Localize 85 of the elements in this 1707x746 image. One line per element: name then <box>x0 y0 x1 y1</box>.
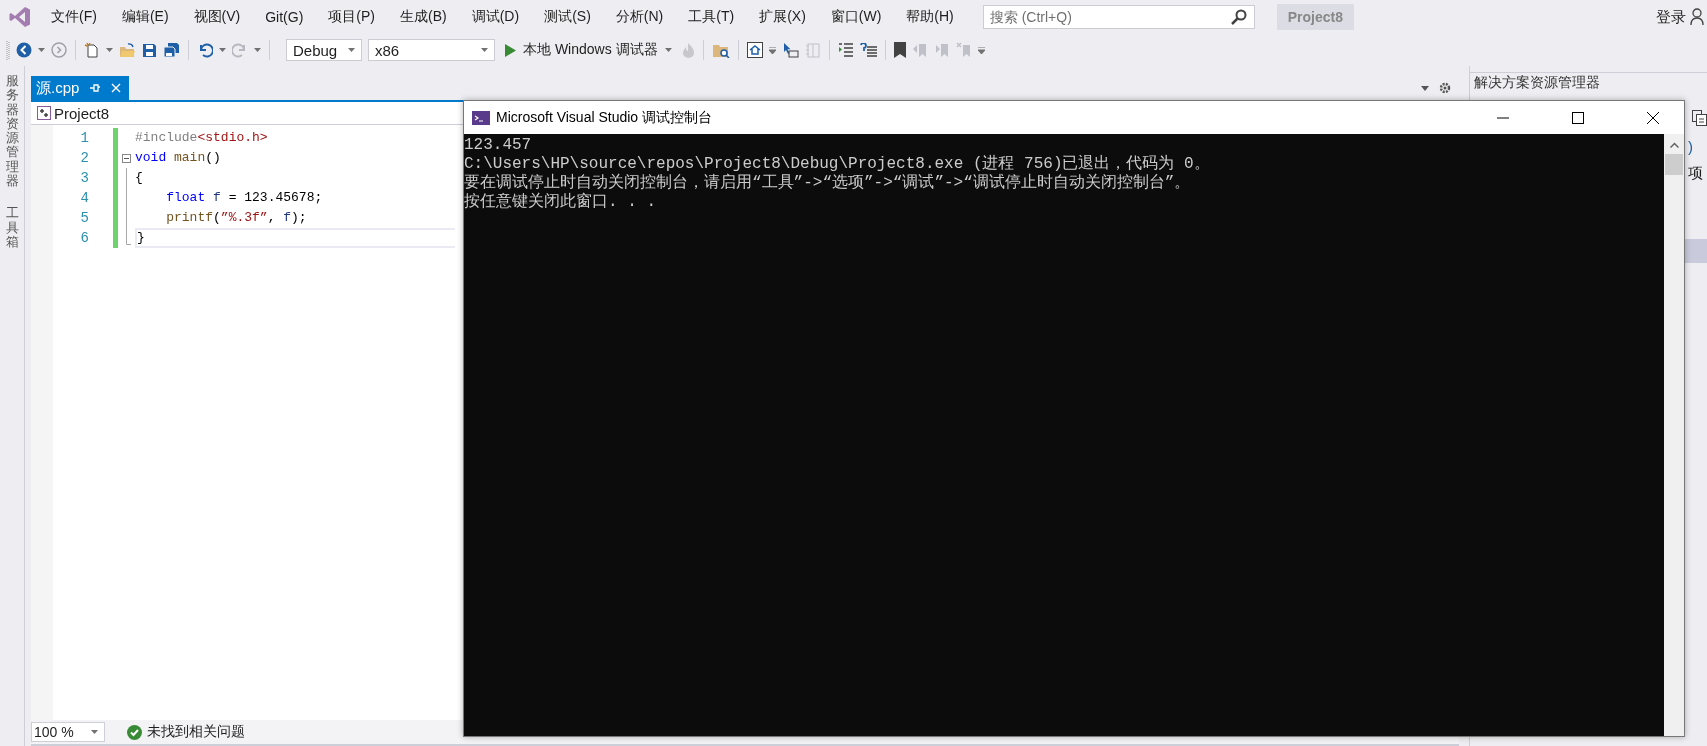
menu-item[interactable]: 测试(S) <box>534 5 601 29</box>
console-output-line: 123.457 <box>464 136 533 155</box>
check-icon <box>127 724 142 740</box>
play-icon[interactable] <box>505 43 516 57</box>
caret-icon[interactable] <box>219 48 226 52</box>
code-line: } <box>135 228 455 248</box>
logo-icon[interactable] <box>9 6 31 28</box>
search-icon <box>1230 9 1247 25</box>
code-line: float f = 123.45678; <box>165 189 324 207</box>
bookmark-icon[interactable] <box>893 42 906 58</box>
collapse-icon[interactable] <box>122 153 131 163</box>
project-icon <box>37 106 51 120</box>
zoom-dropdown[interactable]: 100 % <box>31 722 105 742</box>
console-output-line: C:\Users\HP\source\repos\Project8\Debug\Project8.exe (进程 756)已退出，代码为 0。 <box>464 155 1211 173</box>
code-line: void main() <box>135 149 222 167</box>
dropdown[interactable]: x86 <box>368 39 495 61</box>
overflow-icon[interactable] <box>977 46 985 54</box>
line-number: 3 <box>79 169 89 188</box>
sign-in-link[interactable]: 登录 <box>1656 7 1686 27</box>
settings-icon[interactable] <box>1439 82 1451 94</box>
tree-item-text: ) <box>1688 138 1693 155</box>
code-line: printf(”%.3f”, f); <box>165 209 308 227</box>
menu-item[interactable]: 调试(D) <box>461 5 530 29</box>
toolbar-grip-icon <box>6 40 10 60</box>
caret-icon[interactable] <box>38 48 45 52</box>
maximize-icon[interactable] <box>1572 111 1584 124</box>
menu-item[interactable]: 扩展(X) <box>749 5 816 29</box>
issues-status-text: 未找到相关问题 <box>147 723 245 741</box>
user-icon[interactable] <box>1690 8 1706 26</box>
menu-item[interactable]: 分析(N) <box>605 5 674 29</box>
console-output-line: 按任意键关闭此窗口. . . <box>464 193 657 212</box>
menu-item[interactable]: 项目(P) <box>318 5 385 29</box>
project-name-badge: Project8 <box>1276 4 1355 30</box>
menu-item[interactable]: 编辑(E) <box>111 5 179 29</box>
line-number: 1 <box>79 129 89 148</box>
code-line: #include<stdio.h> <box>135 129 269 147</box>
save-icon[interactable] <box>142 42 157 58</box>
console-output-line: 要在调试停止时自动关闭控制台，请启用“工具”->“选项”->“调试”->“调试停止时自动关闭控制台”。 <box>464 174 1192 192</box>
open-folder-icon[interactable] <box>119 42 136 58</box>
panel-title: 解决方案资源管理器 <box>1474 74 1600 92</box>
scroll-up-icon[interactable] <box>1669 142 1679 148</box>
menu-item[interactable]: 视图(V) <box>183 5 251 29</box>
step-into-icon[interactable] <box>781 42 799 58</box>
undo-icon[interactable] <box>197 42 213 58</box>
scope-dropdown[interactable]: Project8 <box>37 104 110 122</box>
scroll-thumb[interactable] <box>1665 154 1683 175</box>
side-panel-tab[interactable]: 工具箱 <box>5 206 19 250</box>
menu-item[interactable]: 工具(T) <box>678 5 745 29</box>
copy-icon[interactable] <box>1692 110 1707 126</box>
menu-item[interactable]: Git(G) <box>255 6 314 28</box>
side-panel-tab[interactable]: 服务器资源管理器 <box>5 74 19 189</box>
overflow-icon[interactable] <box>768 46 776 54</box>
caret-icon[interactable] <box>348 48 355 52</box>
menu-item[interactable]: 文件(F) <box>41 5 107 29</box>
console-app-icon <box>472 110 490 125</box>
start-debugging-button[interactable]: 本地 Windows 调试器 <box>501 39 676 61</box>
indent-icon[interactable] <box>837 43 854 57</box>
save-all-icon[interactable] <box>163 42 180 58</box>
menu-item[interactable]: 生成(B) <box>390 5 457 29</box>
line-number: 2 <box>79 149 89 168</box>
caret-icon[interactable] <box>254 48 261 52</box>
dropdown-icon[interactable] <box>1421 85 1429 91</box>
code-line: { <box>135 169 144 187</box>
caret-icon <box>91 730 98 734</box>
document-tab[interactable]: 源.cpp <box>31 76 130 100</box>
back-icon[interactable] <box>16 42 32 58</box>
line-number: 5 <box>79 209 89 228</box>
menu-item[interactable]: 帮助(H) <box>896 5 964 29</box>
search-field[interactable]: 搜索 (Ctrl+Q) <box>982 5 1255 29</box>
scrollbar[interactable] <box>1664 134 1684 736</box>
close-icon[interactable] <box>1647 111 1659 124</box>
new-item-icon[interactable] <box>84 42 100 58</box>
window-title: Microsoft Visual Studio 调试控制台 <box>496 108 713 127</box>
line-number: 4 <box>79 189 89 208</box>
line-number: 6 <box>79 229 89 248</box>
menu-item[interactable]: 窗口(W) <box>820 5 892 29</box>
caret-icon[interactable] <box>664 48 672 52</box>
caret-icon[interactable] <box>481 48 488 52</box>
comment-lines-icon[interactable] <box>859 43 877 57</box>
caret-icon[interactable] <box>106 48 113 52</box>
dropdown[interactable]: Debug <box>286 39 362 61</box>
home-icon[interactable] <box>746 42 763 58</box>
pin-icon[interactable] <box>89 83 102 93</box>
folder-search-icon[interactable] <box>711 42 730 58</box>
tree-item-text: 项 <box>1688 164 1703 183</box>
